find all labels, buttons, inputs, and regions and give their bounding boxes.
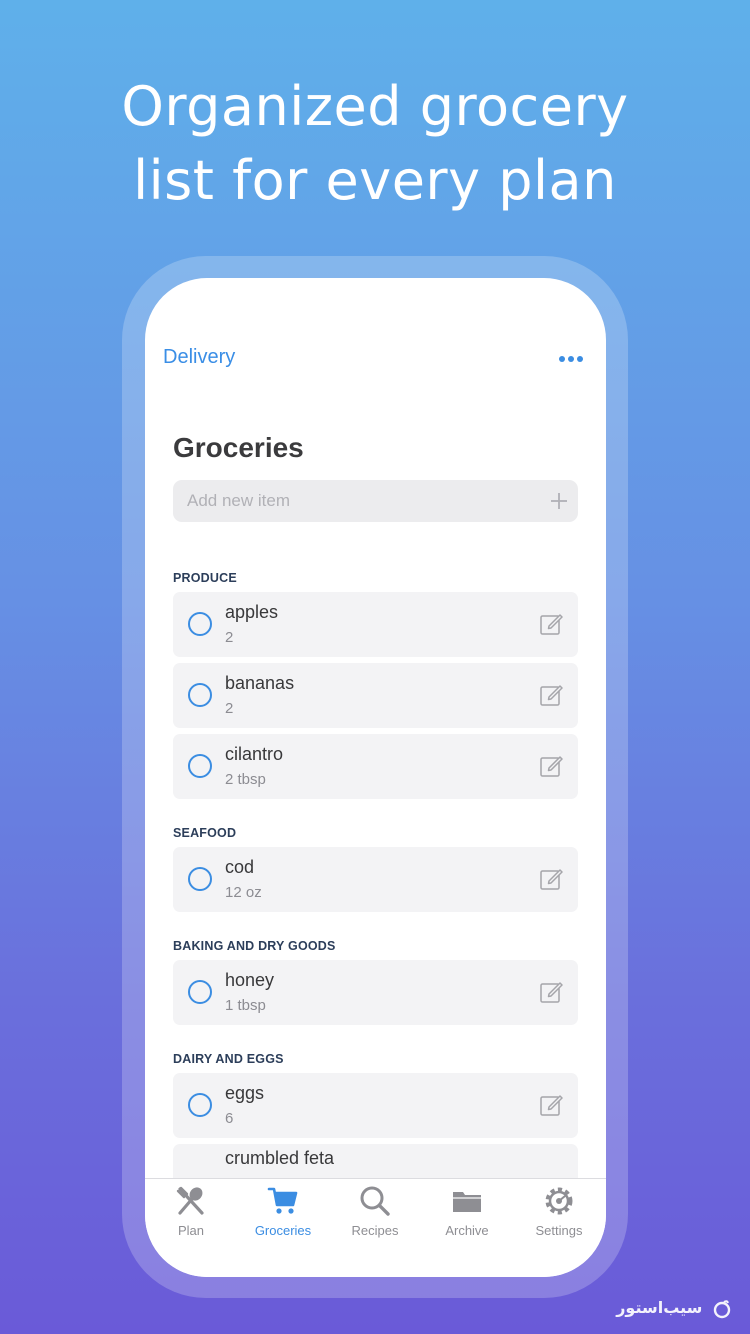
headline: Organized grocery list for every plan: [0, 70, 750, 218]
edit-icon[interactable]: [539, 754, 563, 778]
list-item[interactable]: cilantro 2 tbsp: [173, 734, 578, 799]
category-header: BAKING AND DRY GOODS: [173, 939, 336, 953]
delivery-button[interactable]: Delivery: [163, 346, 235, 369]
tab-recipes[interactable]: Recipes: [329, 1185, 421, 1245]
list-item[interactable]: honey 1 tbsp: [173, 960, 578, 1025]
item-quantity: 12 oz: [225, 884, 262, 901]
list-item[interactable]: bananas 2: [173, 663, 578, 728]
edit-icon[interactable]: [539, 1093, 563, 1117]
store-logo-icon: [713, 1299, 731, 1318]
tab-bar: Plan Groceries Recipes Archive Settings: [145, 1178, 606, 1277]
item-quantity: 1 tbsp: [225, 997, 266, 1014]
headline-line-2: list for every plan: [133, 149, 617, 212]
item-name: bananas: [225, 673, 295, 693]
tab-settings[interactable]: Settings: [513, 1185, 605, 1245]
grocery-list: PRODUCE apples 2 bananas 2 cilantro 2 tb…: [173, 570, 578, 1178]
list-item[interactable]: cod 12 oz: [173, 847, 578, 912]
list-item[interactable]: eggs 6: [173, 1073, 578, 1138]
watermark-text: سیب‌استور: [616, 1298, 703, 1317]
tab-label: Groceries: [254, 1223, 312, 1238]
edit-icon[interactable]: [539, 980, 563, 1004]
item-name: crumbled feta: [225, 1148, 335, 1168]
edit-icon[interactable]: [539, 683, 563, 707]
folder-icon: [453, 1192, 481, 1212]
search-icon: [360, 1186, 390, 1216]
checkbox[interactable]: [188, 683, 212, 707]
tab-label: Settings: [535, 1223, 583, 1238]
item-name: cilantro: [225, 744, 284, 764]
tab-archive[interactable]: Archive: [421, 1185, 513, 1245]
item-name: eggs: [225, 1083, 265, 1103]
tab-label: Archive: [445, 1223, 489, 1238]
tab-label: Recipes: [351, 1223, 399, 1238]
category-header: DAIRY AND EGGS: [173, 1052, 284, 1066]
headline-line-1: Organized grocery: [121, 75, 629, 138]
ellipsis-icon[interactable]: [558, 354, 584, 364]
list-item[interactable]: crumbled feta: [173, 1144, 578, 1178]
item-quantity: 6: [225, 1110, 234, 1127]
category-header: SEAFOOD: [173, 826, 237, 840]
tab-groceries[interactable]: Groceries: [237, 1185, 329, 1245]
list-item[interactable]: apples 2: [173, 592, 578, 657]
plus-icon[interactable]: [550, 492, 568, 510]
item-name: apples: [225, 602, 279, 622]
category-header: PRODUCE: [173, 571, 237, 585]
edit-icon[interactable]: [539, 867, 563, 891]
fork-spoon-icon: [176, 1186, 204, 1215]
tab-label: Plan: [177, 1223, 205, 1238]
gear-icon: [545, 1187, 573, 1215]
item-name: honey: [225, 970, 275, 990]
add-item-box[interactable]: [173, 480, 578, 522]
watermark: سیب‌استور: [616, 1298, 732, 1319]
checkbox[interactable]: [188, 754, 212, 778]
cart-icon: [267, 1187, 298, 1214]
item-quantity: 2: [225, 629, 234, 646]
checkbox[interactable]: [188, 980, 212, 1004]
checkbox[interactable]: [188, 1093, 212, 1117]
add-item-input[interactable]: [187, 480, 527, 522]
checkbox[interactable]: [188, 867, 212, 891]
phone-screen: Delivery Groceries PRODUCE apples 2 bana…: [145, 278, 606, 1277]
item-quantity: 2: [225, 700, 234, 717]
item-quantity: 2 tbsp: [225, 771, 266, 788]
checkbox[interactable]: [188, 612, 212, 636]
edit-icon[interactable]: [539, 612, 563, 636]
tab-plan[interactable]: Plan: [145, 1185, 237, 1245]
page-title: Groceries: [173, 432, 304, 463]
item-name: cod: [225, 857, 255, 877]
